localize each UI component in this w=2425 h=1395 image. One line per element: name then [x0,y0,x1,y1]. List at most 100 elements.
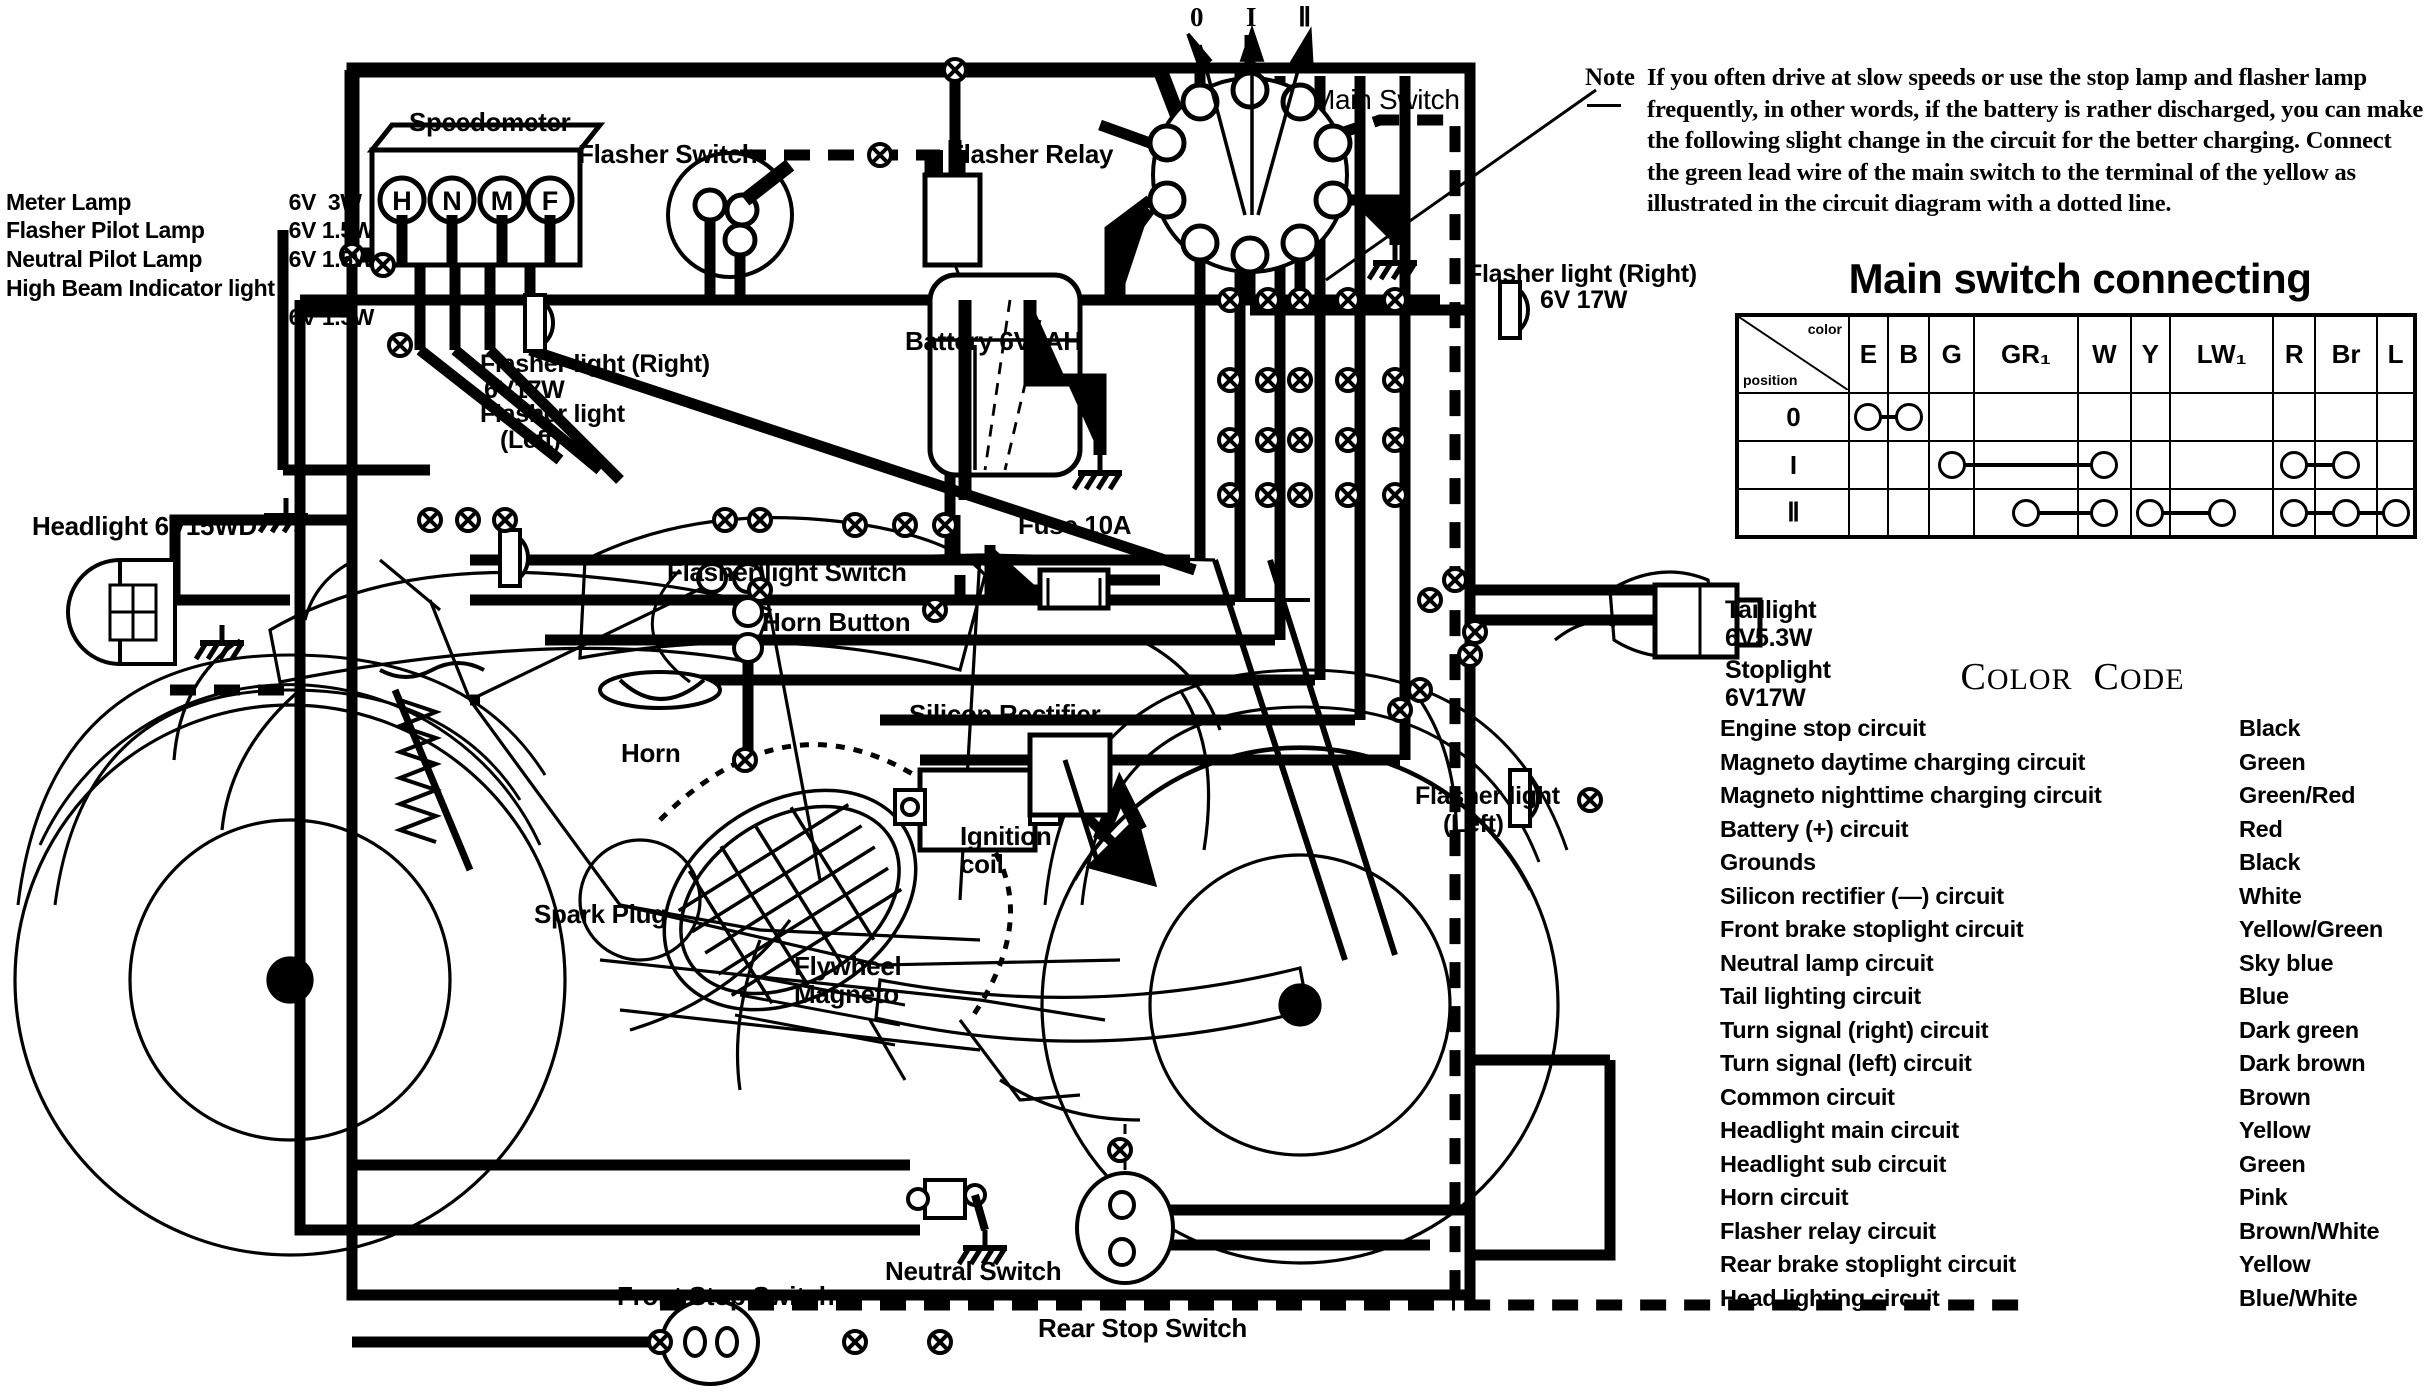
color-code-row: Magneto nighttime charging circuit Green… [1720,782,2425,816]
circuit-name: Flasher relay circuit [1720,1217,1936,1244]
color-code-row: Silicon rectifier (—) circuit White [1720,883,2425,917]
note-dash [1587,104,1621,107]
label-ignition-coil-2: coil [960,849,1004,879]
circuit-name: Rear brake stoplight circuit [1720,1251,2016,1277]
circuit-color: Yellow/Green [2239,916,2383,942]
row-position-II: Ⅱ [1736,488,1850,538]
cell-0-Br [2314,392,2379,442]
label-switch-position-0: 0 [1190,2,1204,32]
neutral-switch-unit [906,1178,1007,1264]
label-horn-button: Horn Button [762,607,911,637]
label-taillight-rating: 6V5.3W [1725,624,1813,652]
circuit-name: Head lighting circuit [1720,1284,1940,1311]
table-row: Ⅱ [1736,488,2416,538]
color-code-row: Grounds Black [1720,849,2425,883]
color-code-row: Turn signal (right) circuit Dark green [1720,1017,2425,1051]
circuit-name: Magneto nighttime charging circuit [1720,782,2102,808]
circuit-name: Front brake stoplight circuit [1720,916,2024,942]
corner-color-label: color [1807,321,1842,337]
spec-value: 6V 1.5W [288,303,375,330]
col-header-Br: Br [2314,314,2379,394]
cell-I-GR1 [1968,440,2083,490]
label-magneto: Magneto [794,979,899,1009]
main-switch-table-title: Main switch connecting [1848,255,2312,302]
note-body: If you often drive at slow speeds or use… [1647,64,2424,218]
col-header-L: L [2376,314,2416,394]
label-main-switch: Main Switch [1312,84,1460,115]
main-switch-connecting-block: Main switch connecting color position E … [1735,255,2425,539]
spec-value: 6V 3W [288,188,362,215]
label-ignition-coil: Ignition [960,821,1052,851]
circuit-color: Green/Red [2239,782,2356,808]
cell-I-B [1886,440,1931,490]
col-header-G: G [1928,314,1975,394]
cell-0-G [1928,392,1975,442]
speedometer-unit: H N M F [366,122,606,268]
circuit-name: Horn circuit [1720,1184,1849,1210]
circuit-color: Green [2239,748,2306,775]
label-headlight: Headlight 6V15WD [32,511,257,541]
label-switch-position-I: I [1246,2,1257,32]
label-flasher-light-left-outer2: (Left) [1443,810,1504,838]
circuit-color: Yellow [2239,1117,2311,1143]
label-flasher-light-left-outer: Flasher light [1415,782,1560,810]
label-flasher-light-left-inner2: (Left) [500,426,561,454]
color-code-table: Engine stop circuit Black Magneto daytim… [1720,715,2425,1318]
note-label: Note [1585,64,1635,91]
circuit-name: Engine stop circuit [1720,715,1926,741]
circuit-name: Neutral lamp circuit [1720,949,1934,976]
cell-II-L [2372,488,2416,538]
cell-I-L [2376,440,2416,490]
spec-value: 6V 1.5W [288,217,375,244]
label-taillight: Taillight [1725,596,1817,624]
label-flasher-relay: Flasher Relay [948,139,1114,169]
cell-II-E [1848,488,1889,538]
label-speedometer: Speedometer [409,107,571,137]
label-neutral-switch: Neutral Switch [885,1256,1062,1286]
horn-unit [598,670,722,710]
label-silicon-rectifier: Silicon Rectifier [909,699,1101,729]
col-header-E: E [1848,314,1889,394]
cell-I-LW1 [2168,440,2275,490]
circuit-color: Green [2239,1150,2306,1177]
svg-text:M: M [491,186,514,216]
cell-I-R [2272,440,2321,490]
circuit-name: Turn signal (left) circuit [1720,1050,1972,1076]
spec-name [6,305,275,334]
cell-I-W [2072,440,2132,490]
color-code-row: Horn circuit Pink [1720,1184,2425,1218]
circuit-color: Black [2239,715,2301,741]
cell-0-R [2272,392,2317,442]
label-rear-stop-switch: Rear Stop Switch [1038,1313,1248,1343]
spec-name: High Beam Indicator light [6,274,275,301]
label-spark-plug: Spark Plug [534,899,667,929]
color-code-row: Engine stop circuit Black [1720,715,2425,749]
cell-II-Y [2129,488,2175,538]
circuit-color: Brown [2239,1083,2311,1110]
color-code-row: Magneto daytime charging circuit Green [1720,749,2425,783]
circuit-color: White [2239,882,2302,909]
col-header-Y: Y [2129,314,2171,394]
circuit-name: Common circuit [1720,1083,1895,1110]
col-header-GR1: GR₁ [1972,314,2079,394]
corner-position-label: position [1743,372,1798,388]
flasher-switch-unit [666,151,795,300]
circuit-name: Battery (+) circuit [1720,815,1909,842]
label-fuse: Fuse 10A [1018,510,1132,540]
cell-I-G [1928,440,1979,490]
color-code-row: Turn signal (left) circuit Dark brown [1720,1050,2425,1084]
cell-II-B [1886,488,1931,538]
col-header-W: W [2076,314,2132,394]
color-code-block: COLOR CODE Engine stop circuit Black Mag… [1720,655,2425,1318]
color-code-row: Flasher relay circuit Brown/White [1720,1218,2425,1252]
front-stop-switch-unit [352,1298,760,1386]
cell-I-Y [2129,440,2171,490]
label-flasher-light-right-inner: Flasher light (Right) [480,350,710,378]
cell-0-Y [2129,392,2171,442]
table-header-row: color position E B G GR₁ W Y LW₁ R Br L [1736,314,2416,394]
col-header-R: R [2272,314,2317,394]
cell-I-E [1848,440,1889,490]
color-code-row: Front brake stoplight circuit Yellow/Gre… [1720,916,2425,950]
circuit-color: Pink [2239,1184,2288,1210]
table-corner-cell: color position [1736,314,1850,394]
